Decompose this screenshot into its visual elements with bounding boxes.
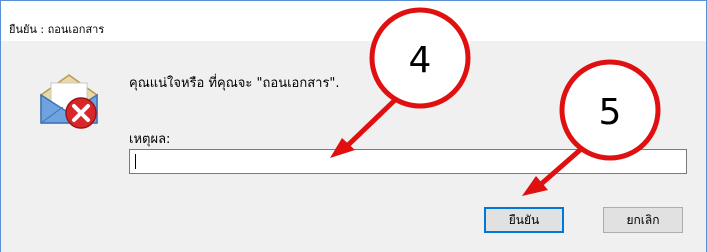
window-title: ยืนยัน : ถอนเอกสาร	[9, 23, 105, 36]
confirm-button[interactable]: ยืนยัน	[484, 207, 564, 233]
title-bar[interactable]: ยืนยัน : ถอนเอกสาร	[1, 1, 706, 41]
confirm-dialog-window: ยืนยัน : ถอนเอกสาร คุณแน่ใจหรือ ที่คุณจะ…	[0, 0, 707, 252]
confirm-message: คุณแน่ใจหรือ ที่คุณจะ "ถอนเอกสาร".	[129, 76, 340, 91]
reason-input[interactable]	[129, 149, 687, 174]
cancel-button[interactable]: ยกเลิก	[603, 207, 683, 233]
text-caret	[135, 154, 136, 169]
reason-label: เหตุผล:	[129, 132, 171, 147]
mail-error-icon	[40, 74, 98, 129]
